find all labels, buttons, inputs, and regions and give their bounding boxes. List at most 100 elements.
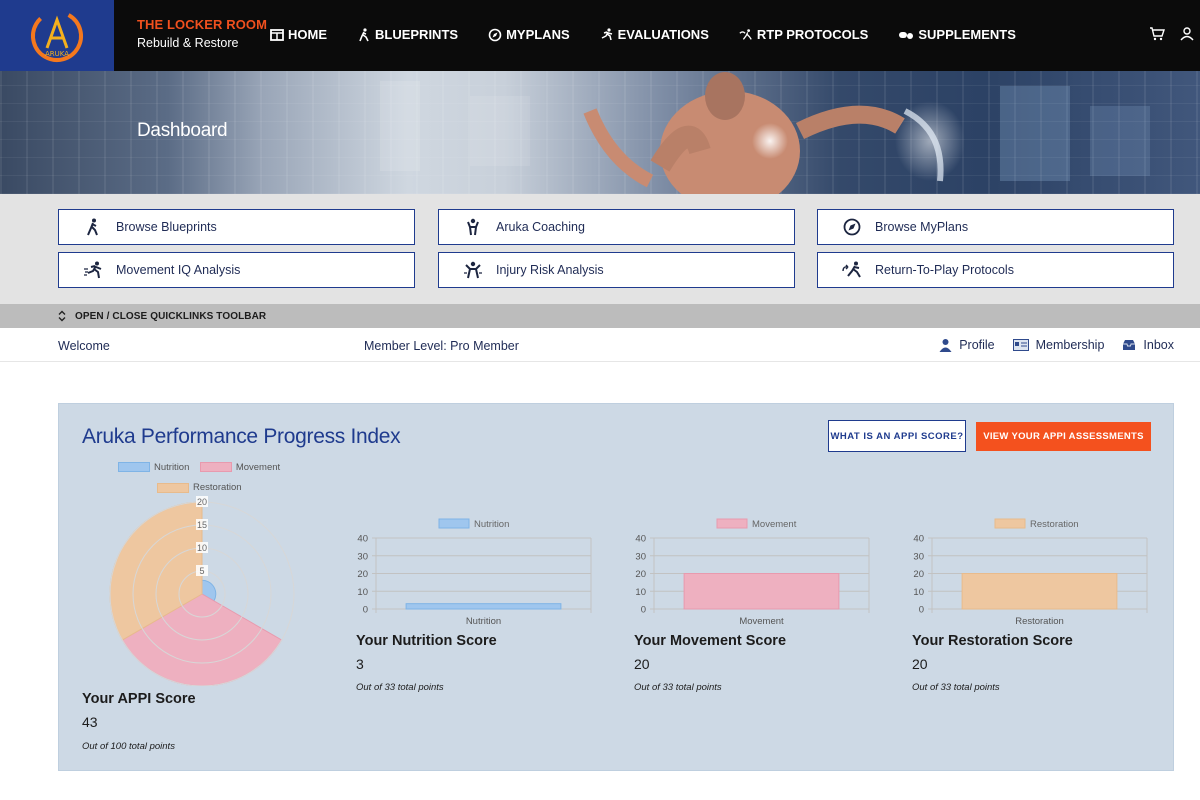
x-tick-label: Movement — [739, 616, 784, 627]
nutrition-score-title: Your Nutrition Score — [356, 633, 497, 649]
profile-link[interactable]: Profile — [939, 338, 995, 352]
polar-area-chart: 5 10 15 20 — [109, 496, 295, 686]
sprint-icon — [82, 259, 104, 281]
y-tick-label: 10 — [635, 587, 646, 598]
y-tick-label: 30 — [357, 551, 368, 562]
nutrition-bar-chart: Nutrition 0 10 20 30 40 Nutrition — [357, 518, 592, 627]
walk-icon — [357, 27, 371, 42]
movement-bar-chart: Movement 0 10 20 30 40 Movement — [635, 518, 870, 627]
main-nav: HOME BLUEPRINTS MYPLANS EVALUATIONS RTP … — [270, 27, 1046, 42]
quicklink-movement-iq-analysis[interactable]: Movement IQ Analysis — [58, 252, 415, 288]
brand-block: THE LOCKER ROOM Rebuild & Restore — [137, 17, 267, 50]
view-appi-assessments-button[interactable]: VIEW YOUR APPI ASSESSMENTS — [976, 422, 1151, 451]
body-icon — [462, 259, 484, 281]
y-tick-label: 10 — [357, 587, 368, 598]
membership-label: Membership — [1035, 338, 1105, 352]
bar-movement — [683, 573, 840, 610]
restoration-score-title: Your Restoration Score — [912, 633, 1073, 649]
home-icon — [270, 28, 284, 42]
quicklinks-panel: Browse Blueprints Aruka Coaching Browse … — [0, 194, 1200, 304]
legend-swatch — [199, 462, 232, 472]
nav-rtp-protocols-label: RTP PROTOCOLS — [756, 27, 869, 42]
inbox-link[interactable]: Inbox — [1122, 338, 1174, 352]
nav-evaluations[interactable]: EVALUATIONS — [600, 27, 709, 42]
quicklink-label: Movement IQ Analysis — [116, 263, 241, 277]
page-title: Dashboard — [137, 120, 228, 141]
y-tick-label: 20 — [635, 569, 646, 580]
quicklink-browse-myplans[interactable]: Browse MyPlans — [817, 209, 1174, 245]
nav-supplements-label: SUPPLEMENTS — [918, 27, 1016, 42]
inbox-label: Inbox — [1143, 338, 1174, 352]
walk-icon — [82, 216, 104, 238]
polar-tick-label: 15 — [197, 520, 207, 530]
movement-score-note: Out of 33 total points — [634, 682, 722, 693]
legend-label: Movement — [752, 519, 797, 530]
quicklink-label: Injury Risk Analysis — [496, 263, 604, 277]
y-tick-label: 0 — [363, 605, 368, 616]
quicklink-return-to-play-protocols[interactable]: Return-To-Play Protocols — [817, 252, 1174, 288]
legend-item-restoration[interactable]: Restoration — [157, 482, 242, 493]
y-tick-label: 20 — [913, 569, 924, 580]
legend-label: Movement — [235, 461, 281, 473]
nav-supplements[interactable]: SUPPLEMENTS — [898, 27, 1016, 42]
y-tick-label: 20 — [357, 569, 368, 580]
quicklink-aruka-coaching[interactable]: Aruka Coaching — [438, 209, 795, 245]
appi-score-note: Out of 100 total points — [82, 741, 175, 752]
aruka-logo[interactable]: ARUKA — [0, 0, 114, 71]
user-links: Profile Membership Inbox — [921, 338, 1174, 352]
what-is-appi-button[interactable]: WHAT IS AN APPI SCORE? — [828, 420, 966, 452]
nav-myplans[interactable]: MYPLANS — [488, 27, 570, 42]
quicklink-label: Browse MyPlans — [875, 220, 969, 234]
aruka-logo-icon: ARUKA — [31, 10, 83, 62]
polar-tick-label: 20 — [197, 497, 207, 507]
movement-score-title: Your Movement Score — [634, 633, 787, 649]
bar-restoration — [961, 573, 1118, 610]
compass-icon — [488, 28, 502, 42]
brand-title: THE LOCKER ROOM — [137, 17, 268, 32]
quicklinks-toolbar-toggle[interactable]: OPEN / CLOSE QUICKLINKS TOOLBAR — [0, 304, 1200, 328]
return-icon — [739, 28, 753, 42]
appi-score-title: Your APPI Score — [82, 691, 196, 707]
legend-item-movement[interactable]: Movement — [199, 461, 281, 473]
quicklink-injury-risk-analysis[interactable]: Injury Risk Analysis — [438, 252, 795, 288]
welcome-text: Welcome — [58, 339, 110, 353]
quicklink-label: Aruka Coaching — [496, 220, 585, 234]
restoration-bar-chart: Restoration 0 10 20 30 40 Restoration — [913, 518, 1148, 627]
member-level: Member Level: Pro Member — [364, 339, 519, 353]
legend-label: Nutrition — [154, 461, 190, 473]
appi-title: Aruka Performance Progress Index — [82, 425, 401, 448]
svg-text:ARUKA: ARUKA — [45, 50, 69, 58]
legend-swatch — [994, 518, 1026, 529]
bar-nutrition — [405, 603, 562, 610]
nutrition-score-value: 3 — [356, 656, 364, 672]
quicklink-label: Return-To-Play Protocols — [875, 263, 1014, 277]
pills-icon — [898, 28, 914, 42]
nav-home[interactable]: HOME — [270, 27, 327, 42]
top-navigation-bar: ARUKA THE LOCKER ROOM Rebuild & Restore … — [0, 0, 1200, 71]
coach-icon — [462, 216, 484, 238]
restoration-score-value: 20 — [912, 656, 928, 672]
nav-blueprints[interactable]: BLUEPRINTS — [357, 27, 458, 42]
membership-link[interactable]: Membership — [1012, 338, 1105, 352]
restoration-score-note: Out of 33 total points — [912, 682, 1000, 693]
movement-score-value: 20 — [634, 656, 650, 672]
profile-label: Profile — [959, 338, 995, 352]
account-icon[interactable] — [1180, 27, 1194, 46]
cart-icon[interactable] — [1149, 27, 1165, 46]
legend-item-nutrition[interactable]: Nutrition — [118, 462, 189, 473]
legend-swatch — [118, 462, 150, 472]
polar-chart-legend: Nutrition Movement Restoration — [118, 459, 298, 498]
x-tick-label: Restoration — [1015, 616, 1064, 627]
y-tick-label: 30 — [635, 551, 646, 562]
quicklink-browse-blueprints[interactable]: Browse Blueprints — [58, 209, 415, 245]
y-tick-label: 0 — [641, 605, 646, 616]
inbox-icon — [1122, 339, 1136, 351]
y-tick-label: 40 — [357, 534, 368, 545]
polar-tick-label: 5 — [199, 566, 204, 576]
card-icon — [1012, 339, 1029, 351]
welcome-row: Welcome Member Level: Pro Member Profile… — [0, 328, 1200, 362]
run-icon — [600, 27, 614, 42]
legend-label: Restoration — [193, 482, 242, 493]
y-tick-label: 10 — [913, 587, 924, 598]
nav-rtp-protocols[interactable]: RTP PROTOCOLS — [739, 27, 868, 42]
